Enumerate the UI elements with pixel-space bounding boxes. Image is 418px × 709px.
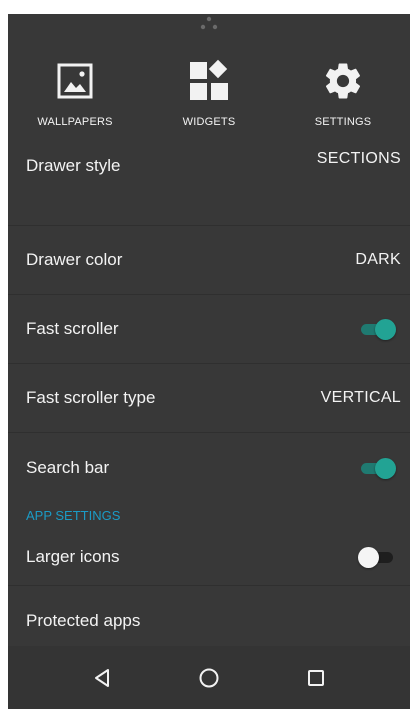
toggle-thumb xyxy=(375,319,396,340)
larger-icons-toggle[interactable] xyxy=(358,546,395,568)
widgets-icon xyxy=(186,58,232,104)
larger-icons-row[interactable]: Larger icons xyxy=(8,528,410,586)
back-button[interactable] xyxy=(80,656,124,700)
gear-icon xyxy=(320,58,366,104)
shortcut-bar: WALLPAPERS WIDGETS SETTINGS xyxy=(8,58,410,138)
wallpaper-icon xyxy=(52,58,98,104)
back-icon xyxy=(94,668,109,687)
fast-scroller-type-row[interactable]: Fast scroller type VERTICAL xyxy=(8,364,410,433)
drawer-style-title: Drawer style xyxy=(26,156,121,175)
drawer-color-row[interactable]: Drawer color DARK xyxy=(8,226,410,295)
search-bar-row[interactable]: Search bar xyxy=(8,433,410,502)
protected-apps-title: Protected apps xyxy=(26,610,141,630)
drag-handle-icon[interactable] xyxy=(194,16,224,32)
settings-label: SETTINGS xyxy=(314,116,372,128)
search-bar-toggle[interactable] xyxy=(359,457,396,479)
fast-scroller-title: Fast scroller xyxy=(26,319,119,338)
navigation-bar xyxy=(8,646,410,709)
wallpapers-shortcut[interactable]: WALLPAPERS xyxy=(8,58,142,138)
fast-scroller-type-value: VERTICAL xyxy=(320,389,401,406)
toggle-thumb xyxy=(375,457,396,479)
fast-scroller-type-title: Fast scroller type xyxy=(26,388,156,407)
settings-list: Drawer style SECTIONS Drawer color DARK … xyxy=(8,150,410,655)
app-settings-header: APP SETTINGS xyxy=(26,507,121,523)
drawer-color-value: DARK xyxy=(355,251,401,268)
home-icon xyxy=(199,668,219,687)
widgets-shortcut[interactable]: WIDGETS xyxy=(142,58,276,138)
wallpapers-label: WALLPAPERS xyxy=(37,116,113,128)
recents-icon xyxy=(308,669,325,686)
drawer-style-value: SECTIONS xyxy=(316,150,401,167)
drawer-color-title: Drawer color xyxy=(26,250,123,269)
widgets-label: WIDGETS xyxy=(182,116,236,128)
protected-apps-row[interactable]: Protected apps xyxy=(8,586,410,655)
home-button[interactable] xyxy=(187,656,231,700)
recents-button[interactable] xyxy=(294,656,338,700)
fast-scroller-toggle[interactable] xyxy=(359,319,396,340)
launcher-settings-screen: WALLPAPERS WIDGETS SETTINGS Drawer style… xyxy=(8,14,410,709)
search-bar-title: Search bar xyxy=(26,457,110,477)
fast-scroller-row[interactable]: Fast scroller xyxy=(8,295,410,364)
settings-shortcut[interactable]: SETTINGS xyxy=(276,58,410,138)
toggle-thumb xyxy=(358,546,379,568)
drawer-style-row[interactable]: Drawer style SECTIONS xyxy=(8,150,410,226)
larger-icons-title: Larger icons xyxy=(26,546,120,566)
